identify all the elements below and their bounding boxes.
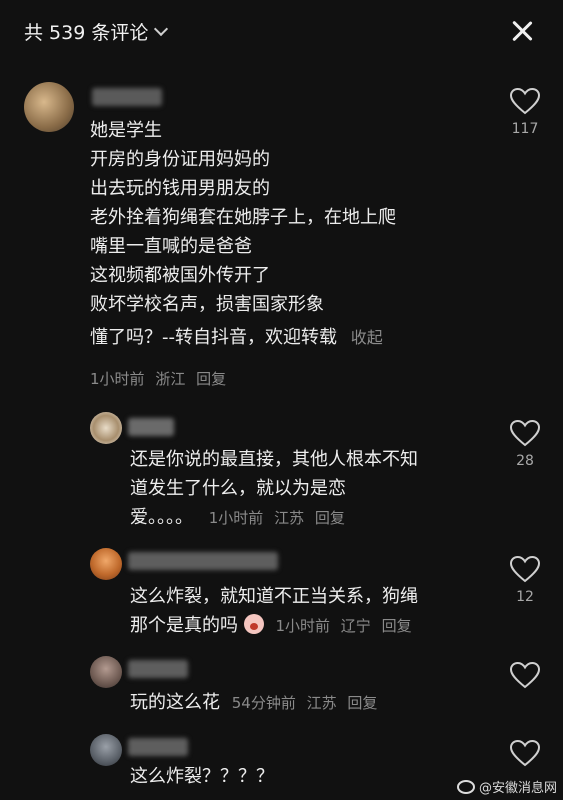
comment-line: 败坏学校名声，损害国家形象 xyxy=(90,294,324,315)
comment-line: 这么炸裂，就知道不正当关系，狗绳 xyxy=(130,586,418,607)
username-blurred[interactable] xyxy=(128,552,278,570)
comment-body: 这么炸裂，就知道不正当关系，狗绳 那个是真的吗 1小时前 辽宁 回复 xyxy=(130,582,418,641)
avatar[interactable] xyxy=(90,734,122,766)
comment-line: 她是学生 xyxy=(90,120,162,141)
comment-line: 这视频都被国外传开了 xyxy=(90,265,270,286)
comment-time: 1小时前 xyxy=(90,370,145,388)
comment-line: 懂了吗？--转自抖音，欢迎转载 xyxy=(90,327,337,348)
like-button[interactable]: 117 xyxy=(505,88,545,137)
avatar[interactable] xyxy=(90,548,122,580)
username-blurred[interactable] xyxy=(128,660,188,678)
reply-button[interactable]: 回复 xyxy=(196,370,226,388)
comment-line: 这么炸裂？？？？ xyxy=(130,766,274,787)
comment-line: 还是你说的最直接，其他人根本不知 xyxy=(130,449,418,470)
comment-count-dropdown[interactable]: 共 539 条评论 xyxy=(24,18,169,45)
comment-location: 江苏 xyxy=(306,694,337,712)
comment-count-title: 共 539 条评论 xyxy=(24,22,149,44)
username-blurred[interactable] xyxy=(92,88,162,106)
comment-body: 她是学生 开房的身份证用妈妈的 出去玩的钱用男朋友的 老外拴着狗绳套在她脖子上，… xyxy=(90,116,396,352)
reply-button[interactable]: 回复 xyxy=(315,509,345,527)
heart-icon xyxy=(510,740,540,767)
collapse-button[interactable]: 收起 xyxy=(351,328,383,347)
weibo-icon xyxy=(456,779,475,794)
like-count: 12 xyxy=(516,589,534,605)
heart-icon xyxy=(510,420,540,447)
like-button[interactable]: 12 xyxy=(505,556,545,605)
comment-body: 还是你说的最直接，其他人根本不知 道发生了什么，就以为是恋 爱。。。。 1小时前… xyxy=(130,445,418,533)
avatar[interactable] xyxy=(90,656,122,688)
avatar[interactable] xyxy=(90,412,122,444)
comment-meta: 1小时前 浙江 回复 xyxy=(90,368,232,389)
comment-meta: 54分钟前 江苏 回复 xyxy=(232,694,384,712)
comment-time: 1小时前 xyxy=(208,509,264,527)
comment-body: 玩的这么花 54分钟前 江苏 回复 xyxy=(130,688,383,718)
reply-button[interactable]: 回复 xyxy=(347,694,377,712)
comment-location: 浙江 xyxy=(155,370,186,388)
comment-body: 这么炸裂？？？？ xyxy=(130,762,274,791)
like-count: 28 xyxy=(516,453,534,469)
like-count: 117 xyxy=(511,121,539,137)
comment-time: 1小时前 xyxy=(275,617,331,635)
comment-line: 出去玩的钱用男朋友的 xyxy=(90,178,270,199)
like-button[interactable] xyxy=(505,662,545,689)
comment-line: 玩的这么花 xyxy=(130,692,220,713)
comment-line: 那个是真的吗 xyxy=(130,615,238,636)
heart-icon xyxy=(510,662,540,689)
comment-line: 嘴里一直喊的是爸爸 xyxy=(90,236,252,257)
comment-meta: 1小时前 江苏 回复 xyxy=(209,509,351,527)
username-blurred[interactable] xyxy=(128,738,188,756)
comment-line: 老外拴着狗绳套在她脖子上，在地上爬 xyxy=(90,207,396,228)
heart-icon xyxy=(510,556,540,583)
like-button[interactable] xyxy=(505,740,545,767)
chevron-down-icon xyxy=(154,21,169,37)
avatar[interactable] xyxy=(24,82,74,132)
comment-line: 道发生了什么，就以为是恋 xyxy=(130,478,346,499)
comments-header: 共 539 条评论 xyxy=(0,0,563,62)
like-button[interactable]: 28 xyxy=(505,420,545,469)
username-blurred[interactable] xyxy=(128,418,174,436)
comment-line: 开房的身份证用妈妈的 xyxy=(90,149,270,170)
watermark-text: @安徽消息网 xyxy=(478,781,557,796)
heart-icon xyxy=(510,88,540,115)
close-icon[interactable] xyxy=(511,20,533,42)
comment-meta: 1小时前 辽宁 回复 xyxy=(275,617,417,635)
watermark: @安徽消息网 xyxy=(456,777,557,796)
comment-location: 江苏 xyxy=(274,509,305,527)
comment-time: 54分钟前 xyxy=(231,694,296,712)
reply-button[interactable]: 回复 xyxy=(382,617,412,635)
emoji-icon xyxy=(243,614,264,634)
comment-location: 辽宁 xyxy=(340,617,371,635)
comment-line: 爱。。。。 xyxy=(130,507,193,528)
